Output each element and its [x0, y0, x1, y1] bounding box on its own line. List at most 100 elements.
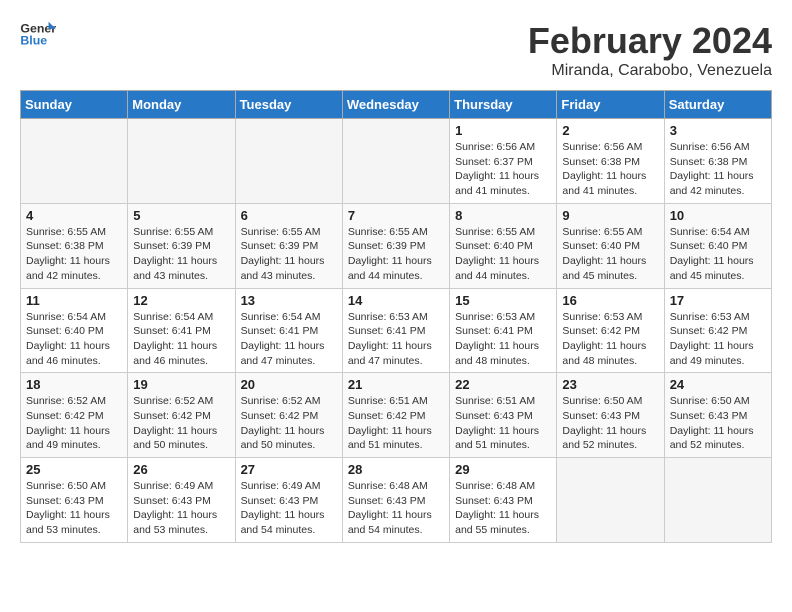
day-info: Sunrise: 6:52 AMSunset: 6:42 PMDaylight:… — [133, 394, 229, 453]
day-info: Sunrise: 6:54 AMSunset: 6:41 PMDaylight:… — [241, 310, 337, 369]
day-header-wednesday: Wednesday — [342, 91, 449, 119]
header: General Blue February 2024 Miranda, Cara… — [20, 20, 772, 80]
day-number: 26 — [133, 462, 229, 477]
calendar-cell: 13 Sunrise: 6:54 AMSunset: 6:41 PMDayligh… — [235, 288, 342, 373]
calendar-cell: 29Sunrise: 6:48 AMSunset: 6:43 PMDayligh… — [450, 458, 557, 543]
day-number: 2 — [562, 123, 658, 138]
day-header-friday: Friday — [557, 91, 664, 119]
calendar-week-5: 25 Sunrise: 6:50 AMSunset: 6:43 PMDayligh… — [21, 458, 772, 543]
calendar-cell: 22 Sunrise: 6:51 AMSunset: 6:43 PMDayligh… — [450, 373, 557, 458]
calendar-cell: 9 Sunrise: 6:55 AMSunset: 6:40 PMDaylight… — [557, 203, 664, 288]
day-info: Sunrise: 6:55 AMSunset: 6:40 PMDaylight:… — [562, 225, 658, 284]
day-number: 19 — [133, 377, 229, 392]
day-info: Sunrise: 6:48 AMSunset: 6:43 PMDaylight:… — [348, 479, 444, 538]
day-info: Sunrise: 6:53 AMSunset: 6:41 PMDaylight:… — [348, 310, 444, 369]
calendar-week-2: 4 Sunrise: 6:55 AMSunset: 6:38 PMDaylight… — [21, 203, 772, 288]
day-info: Sunrise: 6:56 AMSunset: 6:38 PMDaylight:… — [562, 140, 658, 199]
calendar-header: SundayMondayTuesdayWednesdayThursdayFrid… — [21, 91, 772, 119]
calendar-cell — [235, 119, 342, 204]
header-row: SundayMondayTuesdayWednesdayThursdayFrid… — [21, 91, 772, 119]
calendar-cell: 12 Sunrise: 6:54 AMSunset: 6:41 PMDayligh… — [128, 288, 235, 373]
calendar-title: February 2024 — [528, 20, 772, 62]
day-number: 21 — [348, 377, 444, 392]
day-number: 1 — [455, 123, 551, 138]
day-number: 27 — [241, 462, 337, 477]
day-number: 28 — [348, 462, 444, 477]
day-header-saturday: Saturday — [664, 91, 771, 119]
logo: General Blue — [20, 20, 56, 50]
calendar-cell: 2 Sunrise: 6:56 AMSunset: 6:38 PMDaylight… — [557, 119, 664, 204]
day-info: Sunrise: 6:52 AMSunset: 6:42 PMDaylight:… — [241, 394, 337, 453]
calendar-cell: 5 Sunrise: 6:55 AMSunset: 6:39 PMDaylight… — [128, 203, 235, 288]
day-number: 6 — [241, 208, 337, 223]
day-number: 20 — [241, 377, 337, 392]
day-header-tuesday: Tuesday — [235, 91, 342, 119]
day-number: 9 — [562, 208, 658, 223]
calendar-week-3: 11 Sunrise: 6:54 AMSunset: 6:40 PMDayligh… — [21, 288, 772, 373]
day-number: 15 — [455, 293, 551, 308]
calendar-cell: 15 Sunrise: 6:53 AMSunset: 6:41 PMDayligh… — [450, 288, 557, 373]
day-info: Sunrise: 6:51 AMSunset: 6:43 PMDaylight:… — [455, 394, 551, 453]
logo-icon: General Blue — [20, 20, 56, 50]
calendar-cell — [557, 458, 664, 543]
day-number: 14 — [348, 293, 444, 308]
title-area: February 2024 Miranda, Carabobo, Venezue… — [528, 20, 772, 80]
calendar-cell: 8 Sunrise: 6:55 AMSunset: 6:40 PMDaylight… — [450, 203, 557, 288]
day-info: Sunrise: 6:55 AMSunset: 6:38 PMDaylight:… — [26, 225, 122, 284]
day-info: Sunrise: 6:52 AMSunset: 6:42 PMDaylight:… — [26, 394, 122, 453]
day-info: Sunrise: 6:55 AMSunset: 6:40 PMDaylight:… — [455, 225, 551, 284]
day-number: 4 — [26, 208, 122, 223]
day-number: 22 — [455, 377, 551, 392]
day-number: 24 — [670, 377, 766, 392]
day-number: 29 — [455, 462, 551, 477]
calendar-cell: 18 Sunrise: 6:52 AMSunset: 6:42 PMDayligh… — [21, 373, 128, 458]
calendar-cell: 26 Sunrise: 6:49 AMSunset: 6:43 PMDayligh… — [128, 458, 235, 543]
calendar-cell: 23Sunrise: 6:50 AMSunset: 6:43 PMDayligh… — [557, 373, 664, 458]
calendar-week-1: 1Sunrise: 6:56 AMSunset: 6:37 PMDaylight… — [21, 119, 772, 204]
day-number: 16 — [562, 293, 658, 308]
day-info: Sunrise: 6:55 AMSunset: 6:39 PMDaylight:… — [133, 225, 229, 284]
day-number: 18 — [26, 377, 122, 392]
day-number: 5 — [133, 208, 229, 223]
day-info: Sunrise: 6:54 AMSunset: 6:41 PMDaylight:… — [133, 310, 229, 369]
calendar-cell: 1Sunrise: 6:56 AMSunset: 6:37 PMDaylight… — [450, 119, 557, 204]
day-info: Sunrise: 6:53 AMSunset: 6:42 PMDaylight:… — [670, 310, 766, 369]
day-header-monday: Monday — [128, 91, 235, 119]
day-info: Sunrise: 6:53 AMSunset: 6:42 PMDaylight:… — [562, 310, 658, 369]
calendar-body: 1Sunrise: 6:56 AMSunset: 6:37 PMDaylight… — [21, 119, 772, 543]
calendar-cell: 20 Sunrise: 6:52 AMSunset: 6:42 PMDayligh… — [235, 373, 342, 458]
day-number: 11 — [26, 293, 122, 308]
day-info: Sunrise: 6:56 AMSunset: 6:38 PMDaylight:… — [670, 140, 766, 199]
day-number: 13 — [241, 293, 337, 308]
day-number: 10 — [670, 208, 766, 223]
calendar-week-4: 18 Sunrise: 6:52 AMSunset: 6:42 PMDayligh… — [21, 373, 772, 458]
calendar-cell: 7Sunrise: 6:55 AMSunset: 6:39 PMDaylight… — [342, 203, 449, 288]
day-number: 12 — [133, 293, 229, 308]
day-info: Sunrise: 6:50 AMSunset: 6:43 PMDaylight:… — [26, 479, 122, 538]
calendar-cell: 3Sunrise: 6:56 AMSunset: 6:38 PMDaylight… — [664, 119, 771, 204]
calendar-cell: 14 Sunrise: 6:53 AMSunset: 6:41 PMDayligh… — [342, 288, 449, 373]
day-number: 8 — [455, 208, 551, 223]
day-info: Sunrise: 6:53 AMSunset: 6:41 PMDaylight:… — [455, 310, 551, 369]
svg-text:Blue: Blue — [20, 34, 47, 48]
day-number: 7 — [348, 208, 444, 223]
day-header-sunday: Sunday — [21, 91, 128, 119]
calendar-cell: 11 Sunrise: 6:54 AMSunset: 6:40 PMDayligh… — [21, 288, 128, 373]
calendar-cell — [128, 119, 235, 204]
calendar-cell: 21Sunrise: 6:51 AMSunset: 6:42 PMDayligh… — [342, 373, 449, 458]
calendar-cell: 28 Sunrise: 6:48 AMSunset: 6:43 PMDayligh… — [342, 458, 449, 543]
calendar-cell: 27Sunrise: 6:49 AMSunset: 6:43 PMDayligh… — [235, 458, 342, 543]
day-number: 25 — [26, 462, 122, 477]
day-header-thursday: Thursday — [450, 91, 557, 119]
day-info: Sunrise: 6:49 AMSunset: 6:43 PMDaylight:… — [133, 479, 229, 538]
calendar-cell: 25 Sunrise: 6:50 AMSunset: 6:43 PMDayligh… — [21, 458, 128, 543]
calendar-cell: 17 Sunrise: 6:53 AMSunset: 6:42 PMDayligh… — [664, 288, 771, 373]
day-number: 23 — [562, 377, 658, 392]
calendar-cell: 6Sunrise: 6:55 AMSunset: 6:39 PMDaylight… — [235, 203, 342, 288]
day-number: 17 — [670, 293, 766, 308]
calendar-cell: 4 Sunrise: 6:55 AMSunset: 6:38 PMDaylight… — [21, 203, 128, 288]
calendar-cell — [21, 119, 128, 204]
calendar-cell: 24Sunrise: 6:50 AMSunset: 6:43 PMDayligh… — [664, 373, 771, 458]
calendar-cell — [664, 458, 771, 543]
day-info: Sunrise: 6:54 AMSunset: 6:40 PMDaylight:… — [26, 310, 122, 369]
